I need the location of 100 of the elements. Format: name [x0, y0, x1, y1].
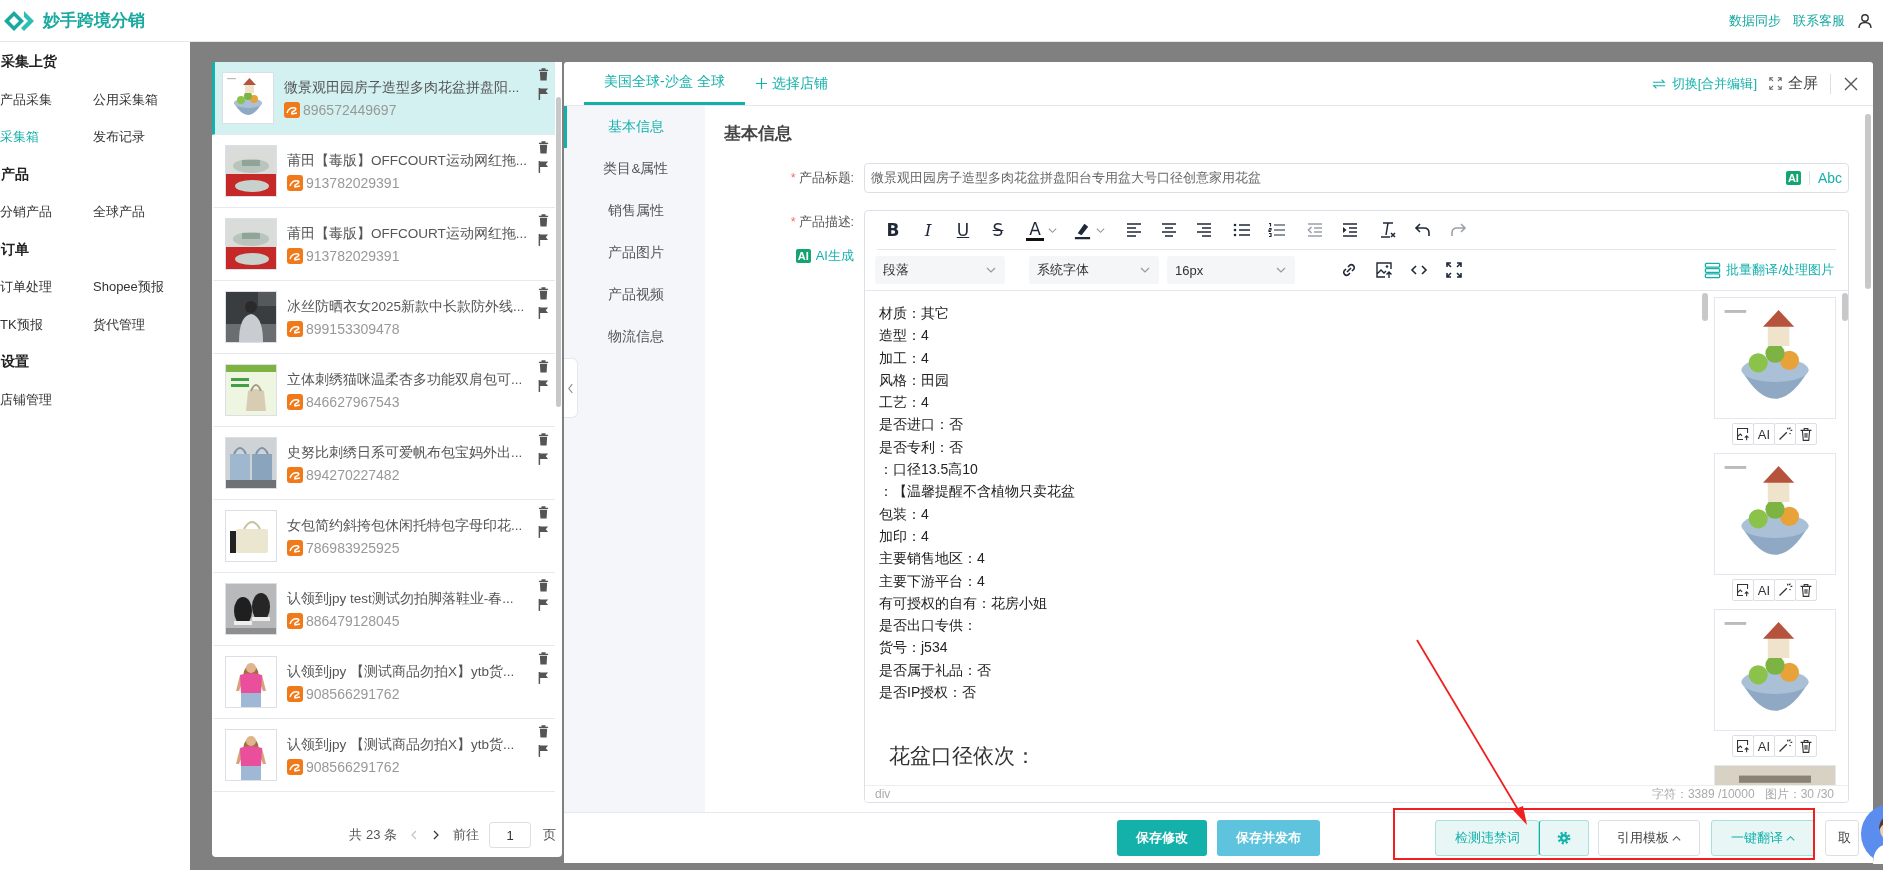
nav-item[interactable]: 货代管理 — [93, 305, 186, 343]
flag-icon[interactable] — [538, 379, 549, 392]
page-input[interactable]: 1 — [489, 822, 531, 848]
align-center-icon[interactable] — [1159, 220, 1179, 240]
product-row[interactable]: 女包简约斜挎包休闲托特包字母印花... 786983925925 — [212, 500, 555, 573]
ai-tool-button[interactable]: AI — [1753, 579, 1775, 601]
ai-tool-button[interactable]: AI — [1753, 735, 1775, 757]
image-count: 图片：30 /30 — [1764, 785, 1834, 802]
product-row[interactable]: 立体刺绣猫咪温柔杏多功能双肩包可... 846627967543 — [212, 354, 555, 427]
font-size-select[interactable]: 16px — [1167, 256, 1295, 284]
nav-item[interactable]: 发布记录 — [93, 118, 186, 156]
description-line: ：口径13.5高10 — [879, 460, 979, 480]
description-line: 加印：4 — [879, 526, 930, 546]
nav-item[interactable]: 产品采集 — [0, 80, 93, 118]
align-right-icon[interactable] — [1194, 220, 1214, 240]
app-title: 妙手跨境分销 — [43, 10, 145, 32]
trash-icon[interactable] — [538, 141, 549, 154]
product-row[interactable]: 认领到jpy 【测试商品勿拍X】ytb货... 908566291762 — [212, 646, 555, 719]
nav-item[interactable]: 订单处理 — [0, 268, 93, 306]
nav-item[interactable]: 分销产品 — [0, 193, 93, 231]
font-select[interactable]: 系统字体 — [1029, 256, 1159, 284]
clear-format-icon[interactable] — [1378, 220, 1398, 240]
next-page-icon[interactable] — [431, 830, 441, 840]
magic-wand-icon[interactable] — [1774, 579, 1796, 601]
description-line: 是否属于礼品：否 — [879, 660, 992, 680]
product-id: 846627967543 — [306, 393, 400, 410]
image-replace-icon[interactable] — [1732, 735, 1754, 757]
flag-icon[interactable] — [538, 306, 549, 319]
flag-icon[interactable] — [538, 233, 549, 246]
collapse-handle[interactable] — [564, 358, 578, 418]
scrollbar[interactable] — [556, 97, 561, 407]
nav-item[interactable]: Shopee预报 — [93, 268, 186, 306]
align-left-icon[interactable] — [1124, 220, 1144, 240]
section-tab[interactable]: 产品视频 — [564, 274, 705, 316]
product-row[interactable]: 冰丝防晒衣女2025新款中长款防外线... 899153309478 — [212, 281, 555, 354]
trash-icon[interactable] — [538, 360, 549, 373]
close-icon[interactable] — [1843, 75, 1859, 92]
template-button[interactable]: 引用模板 — [1598, 820, 1700, 856]
plus-icon — [754, 77, 768, 90]
format-button[interactable]: U — [953, 220, 973, 240]
format-button[interactable]: I — [918, 220, 938, 240]
flag-icon[interactable] — [538, 452, 549, 465]
trash-icon[interactable] — [538, 506, 549, 519]
paragraph-select[interactable]: 段落 — [875, 256, 1005, 284]
magic-wand-icon[interactable] — [1774, 735, 1796, 757]
expand-icon — [1769, 77, 1782, 90]
trash-icon[interactable] — [538, 287, 549, 300]
flag-icon[interactable] — [538, 598, 549, 611]
product-row[interactable]: 史努比刺绣日系可爱帆布包宝妈外出... 894270227482 — [212, 427, 555, 500]
product-row[interactable]: 莆田【毒版】OFFCOURT运动网红拖... 913782029391 — [212, 135, 555, 208]
section-tab[interactable]: 物流信息 — [564, 316, 705, 358]
image-replace-icon[interactable] — [1732, 423, 1754, 445]
image-replace-icon[interactable] — [1732, 579, 1754, 601]
section-tab[interactable]: 销售属性 — [564, 190, 705, 232]
source-badge-icon — [287, 466, 303, 483]
font-color-button[interactable]: A — [1026, 219, 1044, 241]
nav-item[interactable]: 公用采集箱 — [93, 80, 186, 118]
flag-icon[interactable] — [538, 671, 549, 684]
nav-item[interactable]: 店铺管理 — [0, 380, 93, 418]
trash-icon[interactable] — [1795, 423, 1817, 445]
trash-icon[interactable] — [538, 725, 549, 738]
trash-icon[interactable] — [538, 214, 549, 227]
flag-icon[interactable] — [538, 744, 549, 757]
flag-icon[interactable] — [538, 525, 549, 538]
description-line: 造型：4 — [879, 326, 930, 346]
format-button[interactable]: B — [883, 220, 903, 240]
scrollbar[interactable] — [1702, 293, 1708, 321]
trash-icon[interactable] — [1795, 579, 1817, 601]
description-line: 风格：田园 — [879, 370, 950, 390]
product-row[interactable]: 认领到jpy 【测试商品勿拍X】ytb货... 908566291762 — [212, 719, 555, 792]
magic-wand-icon[interactable] — [1774, 423, 1796, 445]
scrollbar[interactable] — [1842, 293, 1848, 321]
numbered-list-icon[interactable] — [1267, 220, 1287, 240]
product-row[interactable]: 认领到jpy test测试勿拍脚落鞋业-春... 886479128045 — [212, 573, 555, 646]
product-id: 908566291762 — [306, 685, 400, 702]
trash-icon[interactable] — [538, 433, 549, 446]
ai-tool-button[interactable]: AI — [1753, 423, 1775, 445]
trash-icon[interactable] — [538, 68, 549, 81]
flag-icon[interactable] — [538, 87, 549, 100]
format-button[interactable]: S — [988, 220, 1008, 240]
flag-icon[interactable] — [538, 160, 549, 173]
trash-icon[interactable] — [538, 579, 549, 592]
product-row[interactable]: 莆田【毒版】OFFCOURT运动网红拖... 913782029391 — [212, 208, 555, 281]
product-title: 认领到jpy 【测试商品勿拍X】ytb货... — [287, 735, 516, 754]
nav-item[interactable]: 全球产品 — [93, 193, 186, 231]
stack-icon — [1704, 261, 1722, 279]
scrollbar[interactable] — [1865, 114, 1871, 289]
trash-icon[interactable] — [1795, 735, 1817, 757]
image-upload-icon[interactable] — [1374, 260, 1394, 280]
user-icon[interactable] — [1857, 12, 1873, 29]
nav-item[interactable]: TK预报 — [0, 305, 93, 343]
product-id: 886479128045 — [306, 612, 400, 629]
trash-icon[interactable] — [538, 652, 549, 665]
product-row[interactable]: 微景观田园房子造型多肉花盆拼盘阳... 896572449697 — [212, 62, 555, 135]
section-tab[interactable]: 产品图片 — [564, 232, 705, 274]
cancel-button[interactable]: 取 — [1825, 820, 1859, 856]
section-tab[interactable]: 类目&属性 — [564, 148, 705, 190]
fullscreen-icon[interactable] — [1444, 260, 1464, 280]
fullscreen-button[interactable]: 全屏 — [1769, 74, 1818, 93]
indent-icon[interactable] — [1340, 220, 1360, 240]
